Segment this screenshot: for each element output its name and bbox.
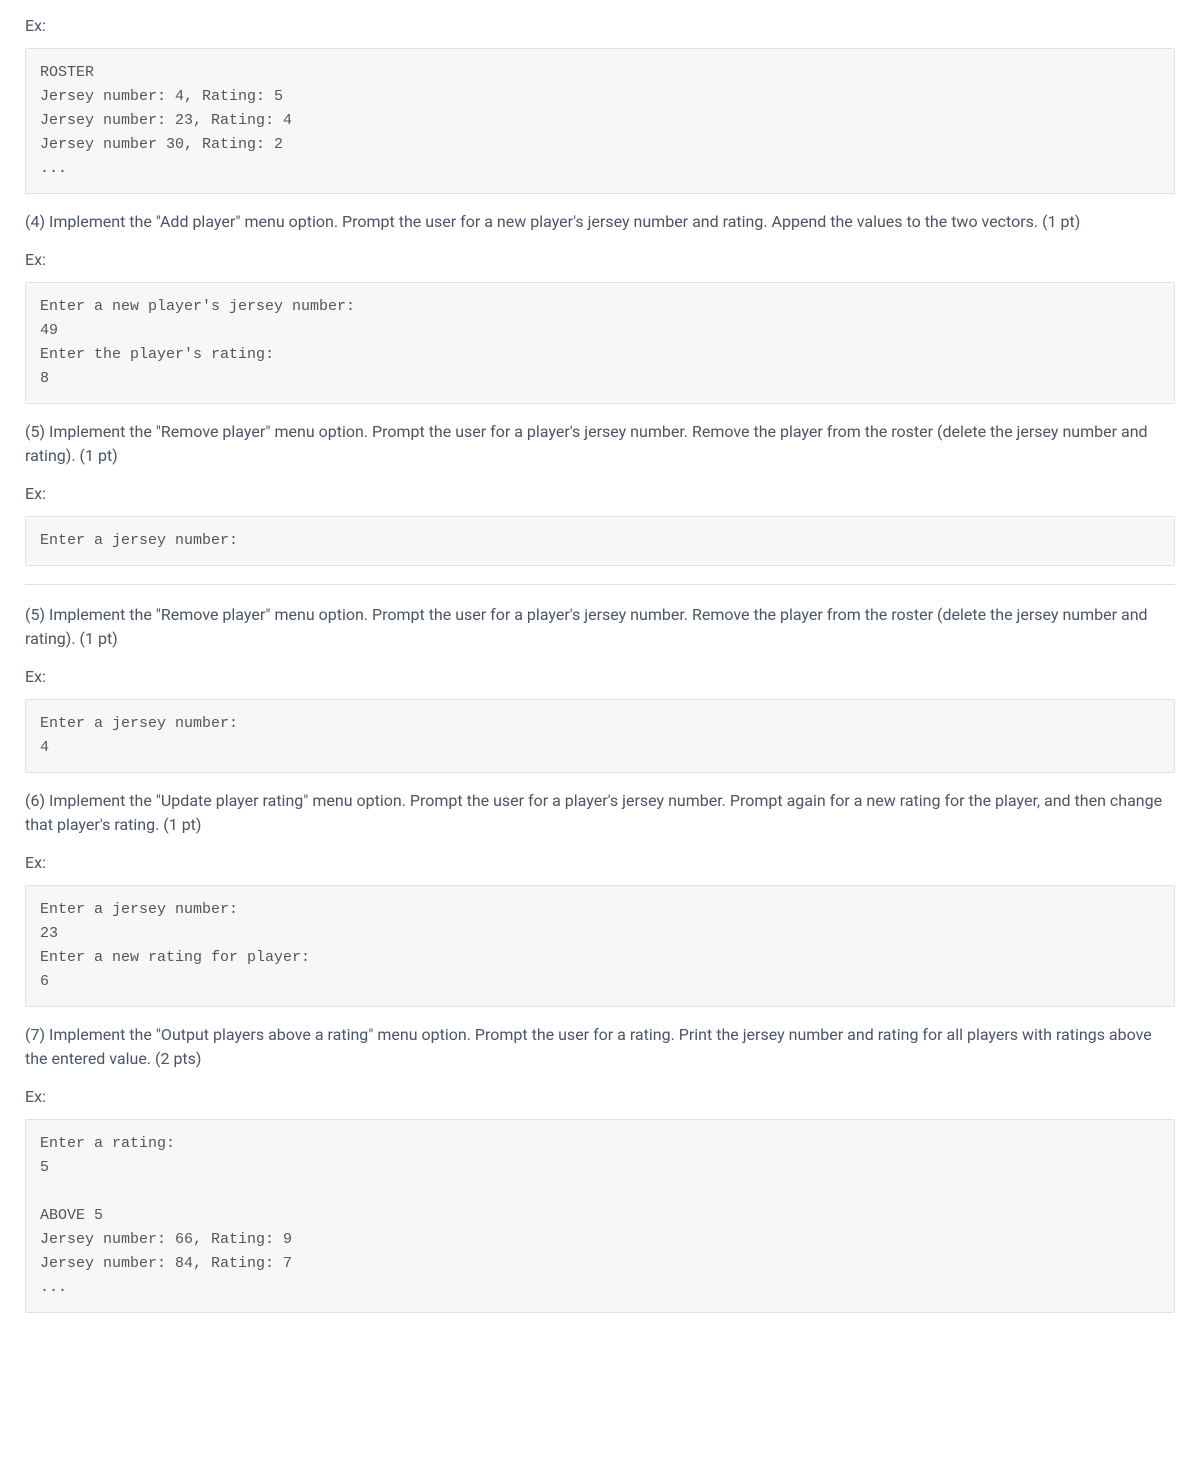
example-label: Ex: [25,248,1175,272]
example-label: Ex: [25,851,1175,875]
code-block-add-player: Enter a new player's jersey number: 49 E… [25,282,1175,404]
step-5-description-repeat: (5) Implement the "Remove player" menu o… [25,603,1175,651]
code-block-remove-player-partial: Enter a jersey number: [25,516,1175,566]
code-block-remove-player: Enter a jersey number: 4 [25,699,1175,773]
example-label: Ex: [25,1085,1175,1109]
section-divider [25,584,1175,585]
step-5-description: (5) Implement the "Remove player" menu o… [25,420,1175,468]
example-label: Ex: [25,14,1175,38]
code-block-roster: ROSTER Jersey number: 4, Rating: 5 Jerse… [25,48,1175,194]
example-label: Ex: [25,665,1175,689]
code-block-above-rating: Enter a rating: 5 ABOVE 5 Jersey number:… [25,1119,1175,1313]
step-7-description: (7) Implement the "Output players above … [25,1023,1175,1071]
step-6-description: (6) Implement the "Update player rating"… [25,789,1175,837]
code-block-update-rating: Enter a jersey number: 23 Enter a new ra… [25,885,1175,1007]
example-label: Ex: [25,482,1175,506]
step-4-description: (4) Implement the "Add player" menu opti… [25,210,1175,234]
